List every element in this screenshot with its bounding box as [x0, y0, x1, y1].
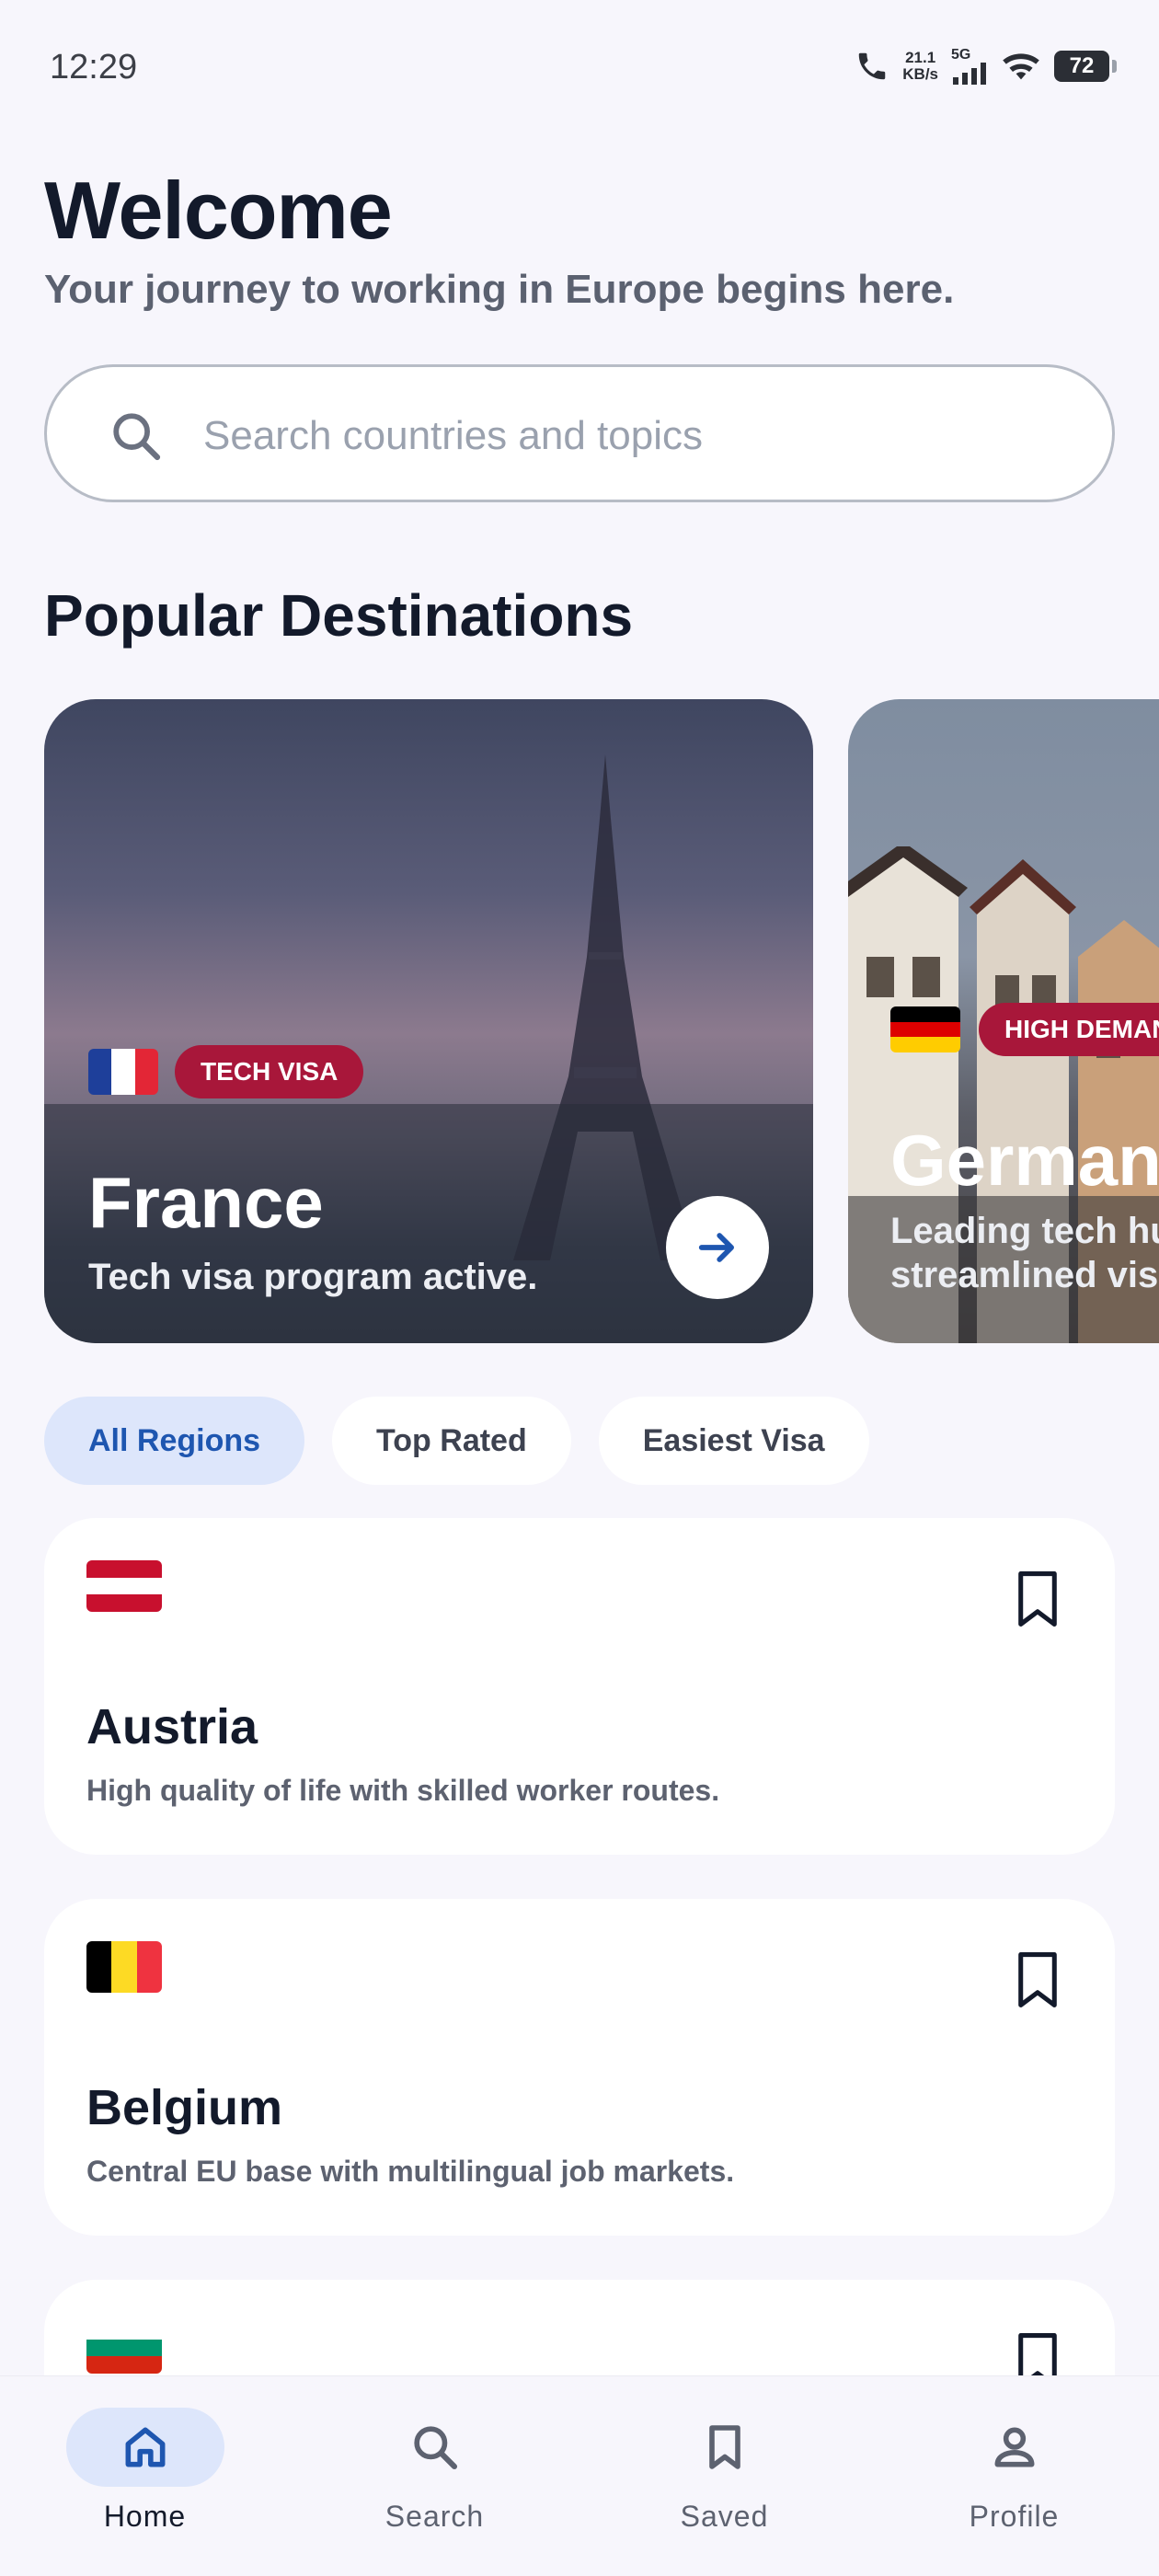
nav-home[interactable]: Home [0, 2376, 290, 2576]
status-bar: 12:29 21.1 KB/s 5G 72 [0, 0, 1159, 138]
chip-top-rated[interactable]: Top Rated [332, 1397, 571, 1485]
country-name: Belgium [86, 2080, 283, 2135]
status-time: 12:29 [50, 48, 138, 86]
germany-flag-icon [890, 1006, 960, 1052]
high-demand-badge: HIGH DEMAND [979, 1003, 1159, 1056]
nav-search-indicator [356, 2408, 514, 2487]
search-icon [413, 2426, 457, 2470]
nav-saved[interactable]: Saved [580, 2376, 869, 2576]
search-input[interactable] [203, 395, 1068, 477]
destination-name: Germany [890, 1120, 1159, 1201]
bookmark-icon [708, 2425, 740, 2469]
france-flag-icon [88, 1049, 158, 1095]
country-description: Central EU base with multilingual job ma… [86, 2155, 735, 2188]
page-subtitle: Your journey to working in Europe begins… [44, 267, 955, 312]
country-card-austria[interactable]: Austria High quality of life with skille… [44, 1518, 1115, 1855]
bookmark-icon[interactable] [1012, 1950, 1063, 2009]
destination-card-france[interactable]: TECH VISA France Tech visa program activ… [44, 699, 813, 1343]
open-destination-button[interactable] [666, 1196, 769, 1299]
nav-search[interactable]: Search [290, 2376, 580, 2576]
nav-profile-indicator [935, 2408, 1094, 2487]
search-icon [113, 413, 161, 461]
destination-description: Tech visa program active. [88, 1257, 538, 1297]
nav-profile-label: Profile [969, 2500, 1060, 2533]
destination-description-line2: streamlined visa process. [890, 1255, 1159, 1295]
network-speed: 21.1 KB/s [902, 49, 938, 83]
nav-saved-label: Saved [680, 2500, 769, 2533]
battery-indicator: 72 [1054, 51, 1117, 82]
nav-search-label: Search [384, 2500, 485, 2533]
call-icon [859, 52, 886, 80]
search-bar[interactable] [44, 364, 1115, 502]
nav-profile[interactable]: Profile [869, 2376, 1159, 2576]
chip-all-regions[interactable]: All Regions [44, 1397, 305, 1485]
nav-home-indicator [65, 2408, 224, 2487]
signal-icon [953, 63, 986, 85]
home-icon [125, 2427, 165, 2467]
destinations-carousel[interactable]: TECH VISA France Tech visa program activ… [0, 699, 1159, 1343]
filter-chips: All Regions Top Rated Easiest Visa [44, 1397, 869, 1485]
status-icons: 21.1 KB/s 5G 72 [855, 48, 1117, 85]
tech-visa-badge: TECH VISA [175, 1045, 364, 1098]
page-title: Welcome [44, 165, 393, 256]
country-name: Austria [86, 1699, 258, 1754]
arrow-right-icon [698, 1233, 734, 1262]
chip-easiest-visa[interactable]: Easiest Visa [598, 1397, 869, 1485]
wifi-icon [1003, 53, 1039, 80]
destination-description-line1: Leading tech hub with [890, 1211, 1159, 1251]
bulgaria-flag-icon [86, 2322, 162, 2374]
country-card-belgium[interactable]: Belgium Central EU base with multilingua… [44, 1899, 1115, 2236]
country-description: High quality of life with skilled worker… [86, 1774, 720, 1807]
cell-signal: 5G [951, 48, 988, 85]
destination-name: France [88, 1162, 324, 1243]
nav-saved-indicator [646, 2408, 804, 2487]
austria-flag-icon [86, 1560, 162, 1612]
bottom-navigation: Home Search Saved Profile [0, 2375, 1159, 2576]
belgium-flag-icon [86, 1941, 162, 1993]
bookmark-icon[interactable] [1012, 1570, 1063, 1628]
popular-destinations-title: Popular Destinations [44, 582, 634, 649]
profile-icon [994, 2427, 1034, 2467]
destination-card-germany[interactable]: HIGH DEMAND Germany Leading tech hub wit… [848, 699, 1159, 1343]
nav-home-label: Home [103, 2500, 187, 2533]
